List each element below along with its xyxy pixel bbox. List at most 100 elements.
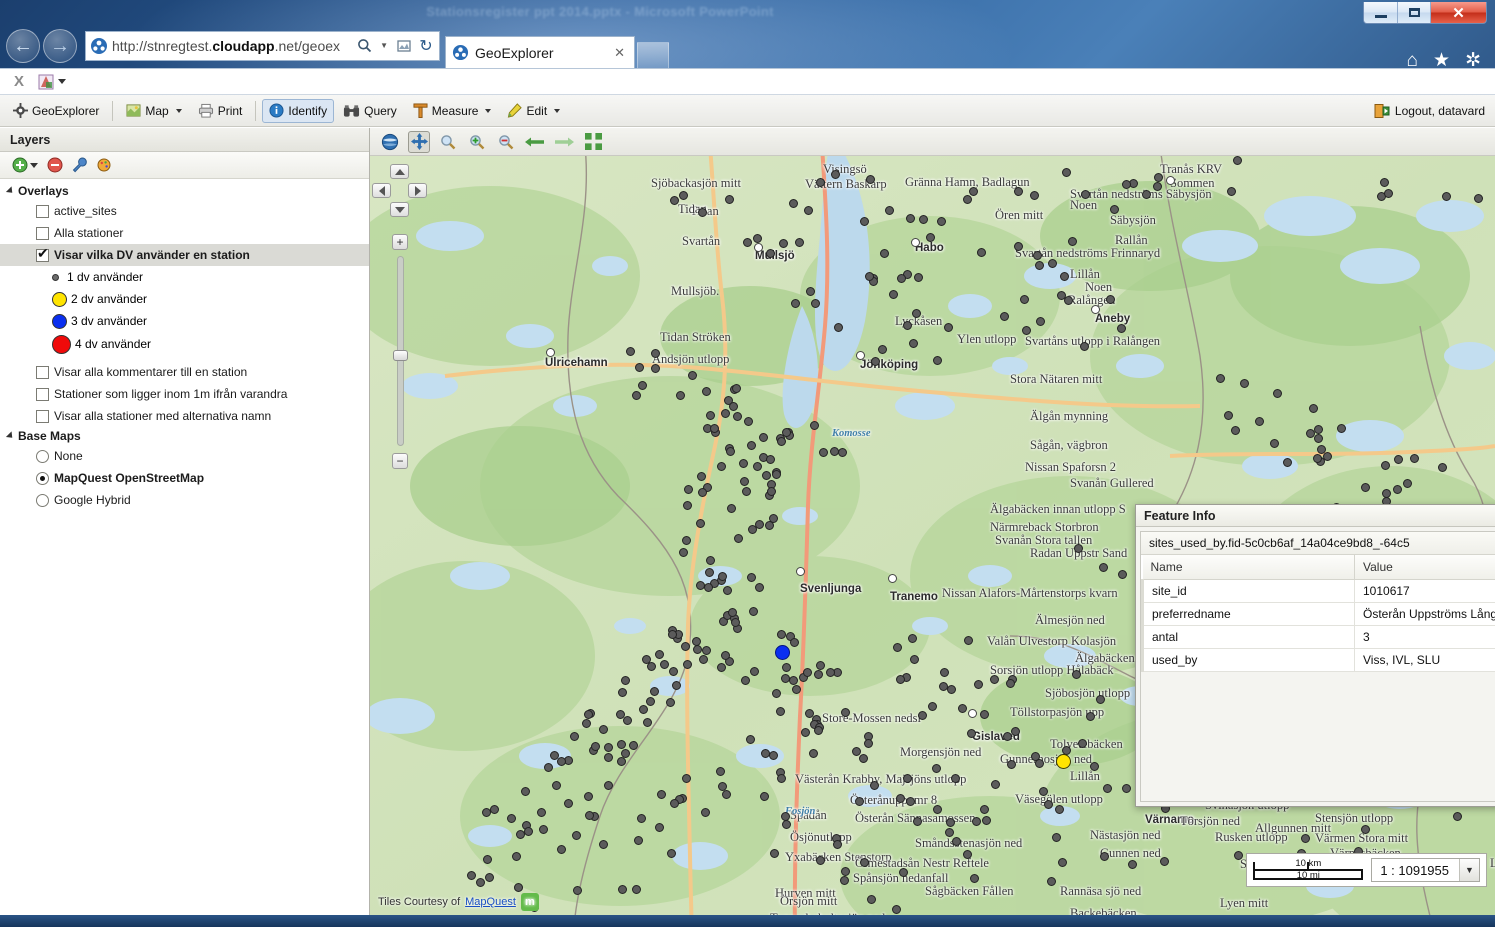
map-station-marker[interactable]: [759, 792, 769, 802]
pan-down-button[interactable]: [390, 202, 409, 217]
map-station-marker[interactable]: [571, 830, 581, 840]
map-station-marker[interactable]: [970, 873, 980, 883]
map-station-marker[interactable]: [683, 485, 693, 495]
map-station-marker[interactable]: [919, 214, 929, 224]
map-station-marker[interactable]: [979, 709, 989, 719]
logout-area[interactable]: Logout, datavard: [1374, 103, 1485, 119]
map-station-marker[interactable]: [869, 781, 879, 791]
zoom-slider-thumb[interactable]: [393, 350, 408, 361]
map-station-marker[interactable]: [1046, 876, 1056, 886]
map-station-marker[interactable]: [1233, 850, 1243, 860]
map-station-marker[interactable]: [634, 362, 644, 372]
layer-style-icon[interactable]: [97, 157, 113, 173]
map-station-marker[interactable]: [931, 764, 941, 773]
map-station-marker[interactable]: [973, 679, 983, 689]
map-station-marker[interactable]: [1452, 811, 1462, 821]
add-layer-icon[interactable]: [12, 157, 38, 173]
map-station-marker[interactable]: [616, 739, 626, 749]
map-station-marker[interactable]: [1031, 751, 1041, 761]
map-station-marker[interactable]: [1029, 190, 1039, 200]
map-station-marker[interactable]: [1240, 378, 1250, 388]
map-station-marker[interactable]: [1014, 241, 1024, 251]
map-tool-previous-extent[interactable]: [524, 131, 546, 153]
window-close-button[interactable]: ✕: [1430, 2, 1486, 23]
scale-zoom-select[interactable]: 1 : 1091955 ▼: [1371, 858, 1480, 882]
map-station-marker[interactable]: [681, 774, 691, 784]
map-station-marker[interactable]: [768, 750, 778, 760]
table-row[interactable]: used_by Viss, IVL, SLU: [1141, 648, 1495, 672]
map-station-marker[interactable]: [940, 667, 950, 677]
layer-item-alla-stationer[interactable]: Alla stationer: [0, 222, 369, 244]
layer-checkbox[interactable]: [36, 226, 49, 240]
map-station-marker[interactable]: [952, 836, 962, 846]
map-station-marker[interactable]: [704, 567, 714, 577]
basemap-radio[interactable]: [36, 493, 49, 507]
map-station-marker[interactable]: [701, 387, 711, 397]
map-station-marker[interactable]: [892, 643, 902, 653]
mapquest-link[interactable]: MapQuest: [465, 896, 516, 908]
map-station-marker[interactable]: [1300, 833, 1310, 843]
map-town-marker[interactable]: [967, 708, 977, 718]
refresh-icon[interactable]: ↻: [417, 37, 435, 55]
map-station-marker[interactable]: [524, 826, 534, 836]
map-station-marker[interactable]: [781, 662, 791, 672]
layer-checkbox[interactable]: [36, 409, 49, 423]
map-station-marker[interactable]: [670, 798, 680, 808]
map-station-marker[interactable]: [1392, 485, 1402, 495]
map-station-marker[interactable]: [1441, 191, 1451, 201]
basemap-item-mapquest[interactable]: MapQuest OpenStreetMap: [0, 467, 369, 489]
map-station-marker[interactable]: [697, 207, 707, 217]
map-station-marker[interactable]: [1361, 482, 1371, 492]
map-station-marker[interactable]: [1255, 416, 1265, 426]
zoom-in-button[interactable]: +: [392, 234, 408, 250]
map-tool-pan[interactable]: [408, 130, 430, 153]
feature-id-header[interactable]: sites_used_by.fid-5c0cb6af_14a04ce9bd8_-…: [1141, 532, 1495, 555]
toolbar-query[interactable]: Query: [336, 99, 404, 123]
address-bar[interactable]: http://stnregtest.cloudapp.net/geoex ▼ ↻: [85, 30, 440, 61]
map-station-marker-2dv[interactable]: [1055, 753, 1071, 769]
back-button[interactable]: ←: [6, 28, 40, 63]
map-tool-zoom-to-max-extent[interactable]: [582, 131, 604, 153]
map-station-marker[interactable]: [1282, 458, 1292, 468]
layer-item-visar-vilka-dv[interactable]: Visar vilka DV använder en station: [0, 244, 369, 266]
map-station-marker[interactable]: [1003, 731, 1013, 741]
map-station-marker[interactable]: [917, 711, 927, 721]
layer-checkbox[interactable]: [36, 365, 49, 379]
compatibility-view-icon[interactable]: [395, 37, 413, 55]
map-station-marker[interactable]: [563, 798, 573, 808]
map-station-marker[interactable]: [634, 835, 644, 845]
map-station-marker[interactable]: [740, 676, 750, 686]
map-station-marker[interactable]: [789, 675, 799, 685]
map-station-marker[interactable]: [489, 804, 499, 814]
map-station-marker[interactable]: [1078, 738, 1088, 748]
basemap-item-google-hybrid[interactable]: Google Hybrid: [0, 489, 369, 511]
map-station-marker[interactable]: [909, 654, 919, 664]
expand-triangle-icon[interactable]: [5, 431, 16, 441]
map-station-marker[interactable]: [775, 707, 785, 717]
chevron-down-icon[interactable]: ▼: [1459, 859, 1479, 881]
map-station-marker[interactable]: [1071, 669, 1081, 679]
map-station-marker[interactable]: [1110, 204, 1119, 214]
layer-item-kommentarer[interactable]: Visar alla kommentarer till en station: [0, 361, 369, 383]
map-station-marker[interactable]: [1118, 569, 1128, 579]
pan-right-button[interactable]: [408, 183, 427, 198]
map-station-marker[interactable]: [1116, 324, 1126, 334]
map-town-marker[interactable]: [887, 574, 897, 584]
map-station-marker[interactable]: [769, 848, 779, 858]
map-station-marker[interactable]: [840, 708, 850, 718]
chevron-down-icon[interactable]: [485, 108, 492, 113]
map-station-marker[interactable]: [806, 286, 816, 296]
toolbar-print[interactable]: Print: [191, 99, 250, 123]
forward-button[interactable]: →: [43, 28, 77, 63]
map-station-marker[interactable]: [780, 811, 790, 821]
feature-info-titlebar[interactable]: Feature Info ✕: [1136, 505, 1495, 527]
map-station-marker[interactable]: [620, 675, 630, 685]
new-tab-button[interactable]: [637, 42, 669, 68]
map-station-marker[interactable]: [466, 871, 476, 881]
toolbar-identify[interactable]: Identify: [262, 98, 335, 123]
map-station-marker[interactable]: [808, 748, 818, 758]
tab-geoexplorer[interactable]: GeoExplorer ✕: [445, 36, 635, 68]
map-station-marker[interactable]: [1403, 478, 1413, 488]
map-station-marker[interactable]: [483, 854, 493, 864]
map-station-marker[interactable]: [1039, 786, 1049, 796]
